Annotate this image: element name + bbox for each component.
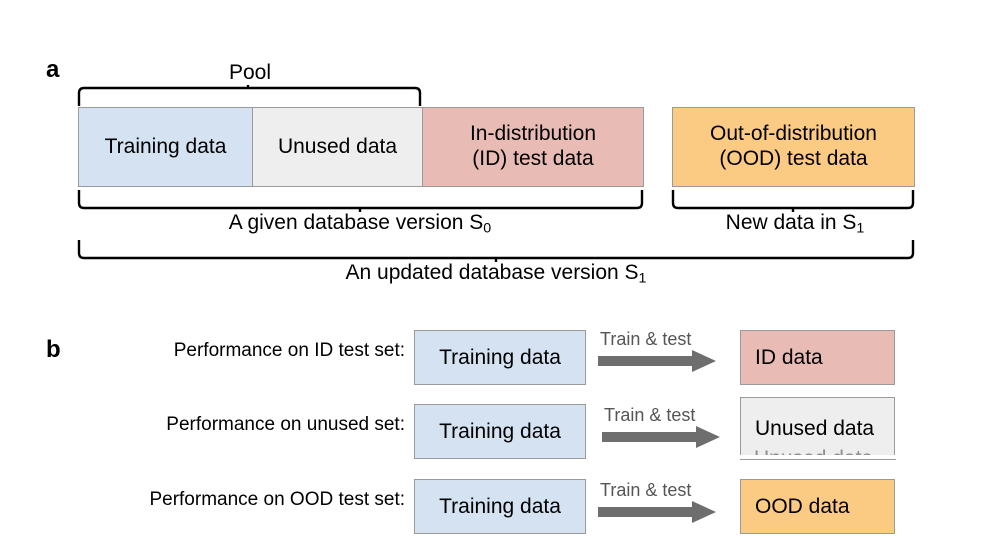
row-id-arrow-icon: [598, 350, 716, 372]
s0-bracket-label: A given database version S0: [160, 212, 560, 236]
new-data-bracket-text: New data in S: [725, 211, 857, 234]
new-data-bracket-label: New data in S1: [650, 212, 940, 236]
s0-bracket-text: A given database version S: [228, 211, 484, 234]
ood-test-data-line2: (OOD) test data: [719, 147, 868, 170]
row-ood-target-box: OOD data: [740, 479, 895, 534]
row-ood-label: Performance on OOD test set:: [149, 489, 405, 510]
row-unused-target-box-bottom-edge: [740, 459, 896, 460]
s0-bracket-subscript: 0: [483, 220, 492, 237]
row-ood-source-box: Training data: [414, 479, 586, 534]
row-ood-arrow-label: Train & test: [600, 480, 692, 500]
pool-label: Pool: [228, 61, 272, 84]
id-test-data-line1: In-distribution: [469, 122, 597, 146]
database-s0-strip: Training data Unused data In-distributio…: [78, 107, 644, 187]
row-unused-target-text: Unused data: [755, 416, 875, 440]
row-id-source-box: Training data: [414, 330, 586, 385]
s1-bracket-text: An updated database version S: [345, 261, 639, 284]
figure-root: a Pool Training data Unused data In-dist…: [0, 0, 986, 552]
ghost-mask: [740, 455, 896, 469]
row-id-label: Performance on ID test set:: [173, 340, 405, 361]
new-data-bracket-subscript: 1: [856, 220, 865, 237]
s1-bracket-label: An updated database version S1: [246, 262, 746, 286]
pool-bracket: [77, 85, 422, 106]
id-test-data-line2: (ID) test data: [472, 147, 594, 170]
row-id-arrow-label: Train & test: [600, 329, 692, 349]
row-ood-arrow-icon: [598, 501, 716, 523]
s1-bracket-subscript: 1: [638, 270, 647, 287]
segment-ood-test-data: Out-of-distribution (OOD) test data: [672, 107, 915, 187]
ood-test-data-line1: Out-of-distribution: [710, 122, 877, 146]
s1-bracket: [77, 240, 915, 262]
row-unused-label: Performance on unused set:: [166, 414, 405, 435]
row-unused-arrow-icon: [602, 426, 720, 448]
panel-a-letter: a: [46, 56, 60, 83]
row-id-target-box: ID data: [740, 330, 895, 385]
segment-training-data: Training data: [78, 107, 252, 187]
row-unused-source-box: Training data: [414, 404, 586, 459]
segment-id-test-data: In-distribution (ID) test data: [422, 107, 644, 187]
s0-bracket: [77, 190, 644, 212]
new-data-bracket: [671, 190, 915, 212]
row-unused-arrow-label: Train & test: [604, 405, 696, 425]
segment-unused-data: Unused data: [252, 107, 422, 187]
